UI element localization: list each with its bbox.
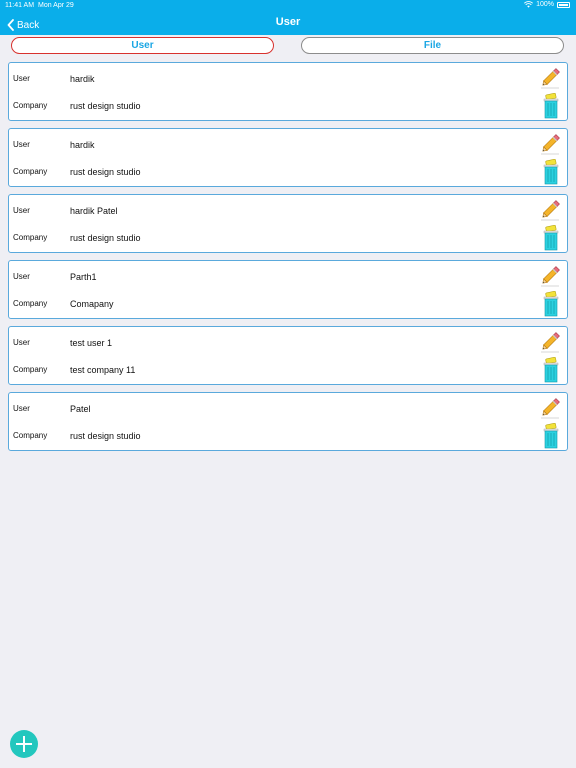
segment-file[interactable]: File	[301, 37, 564, 54]
company-value: rust design studio	[70, 431, 141, 441]
add-button[interactable]	[10, 730, 38, 758]
user-card: User test user 1 Company test company 11	[8, 326, 568, 385]
company-field-label: Company	[13, 101, 48, 110]
user-list: User hardik Company rust design studio U…	[8, 62, 568, 458]
company-field-label: Company	[13, 299, 48, 308]
user-field-label: User	[13, 338, 30, 347]
company-field-label: Company	[13, 431, 48, 440]
user-field-label: User	[13, 74, 30, 83]
trash-icon[interactable]	[542, 357, 560, 383]
pencil-icon[interactable]	[539, 329, 563, 353]
user-field-label: User	[13, 206, 30, 215]
battery-percent: 100%	[536, 1, 554, 8]
status-right: 100%	[524, 1, 570, 8]
user-value: hardik Patel	[70, 206, 118, 216]
status-date: Mon Apr 29	[38, 2, 74, 9]
user-value: hardik	[70, 140, 95, 150]
user-card: User hardik Company rust design studio	[8, 128, 568, 187]
trash-icon[interactable]	[542, 159, 560, 185]
user-card: User Parth1 Company Comapany	[8, 260, 568, 319]
user-field-label: User	[13, 404, 30, 413]
wifi-icon	[524, 1, 534, 8]
user-field-label: User	[13, 140, 30, 149]
pencil-icon[interactable]	[539, 263, 563, 287]
battery-icon	[557, 1, 570, 8]
page-title: User	[275, 16, 301, 28]
company-value: Comapany	[70, 299, 114, 309]
company-field-label: Company	[13, 167, 48, 176]
pencil-icon[interactable]	[539, 197, 563, 221]
segment-user[interactable]: User	[11, 37, 274, 54]
pencil-icon[interactable]	[539, 131, 563, 155]
user-card: User hardik Patel Company rust design st…	[8, 194, 568, 253]
company-value: rust design studio	[70, 233, 141, 243]
status-time: 11:41 AM	[5, 2, 35, 9]
status-bar: 11:41 AM Mon Apr 29 100%	[0, 0, 576, 12]
pencil-icon[interactable]	[539, 395, 563, 419]
company-value: rust design studio	[70, 167, 141, 177]
user-card: User Patel Company rust design studio	[8, 392, 568, 451]
trash-icon[interactable]	[542, 423, 560, 449]
user-value: Parth1	[70, 272, 97, 282]
trash-icon[interactable]	[542, 93, 560, 119]
company-value: test company 11	[70, 365, 136, 375]
user-value: hardik	[70, 74, 95, 84]
user-card: User hardik Company rust design studio	[8, 62, 568, 121]
trash-icon[interactable]	[542, 291, 560, 317]
trash-icon[interactable]	[542, 225, 560, 251]
navigation-bar: 11:41 AM Mon Apr 29 100% Back User	[0, 0, 576, 35]
company-field-label: Company	[13, 233, 48, 242]
company-value: rust design studio	[70, 101, 141, 111]
user-value: Patel	[70, 404, 91, 414]
company-field-label: Company	[13, 365, 48, 374]
user-field-label: User	[13, 272, 30, 281]
user-value: test user 1	[70, 338, 113, 348]
pencil-icon[interactable]	[539, 65, 563, 89]
